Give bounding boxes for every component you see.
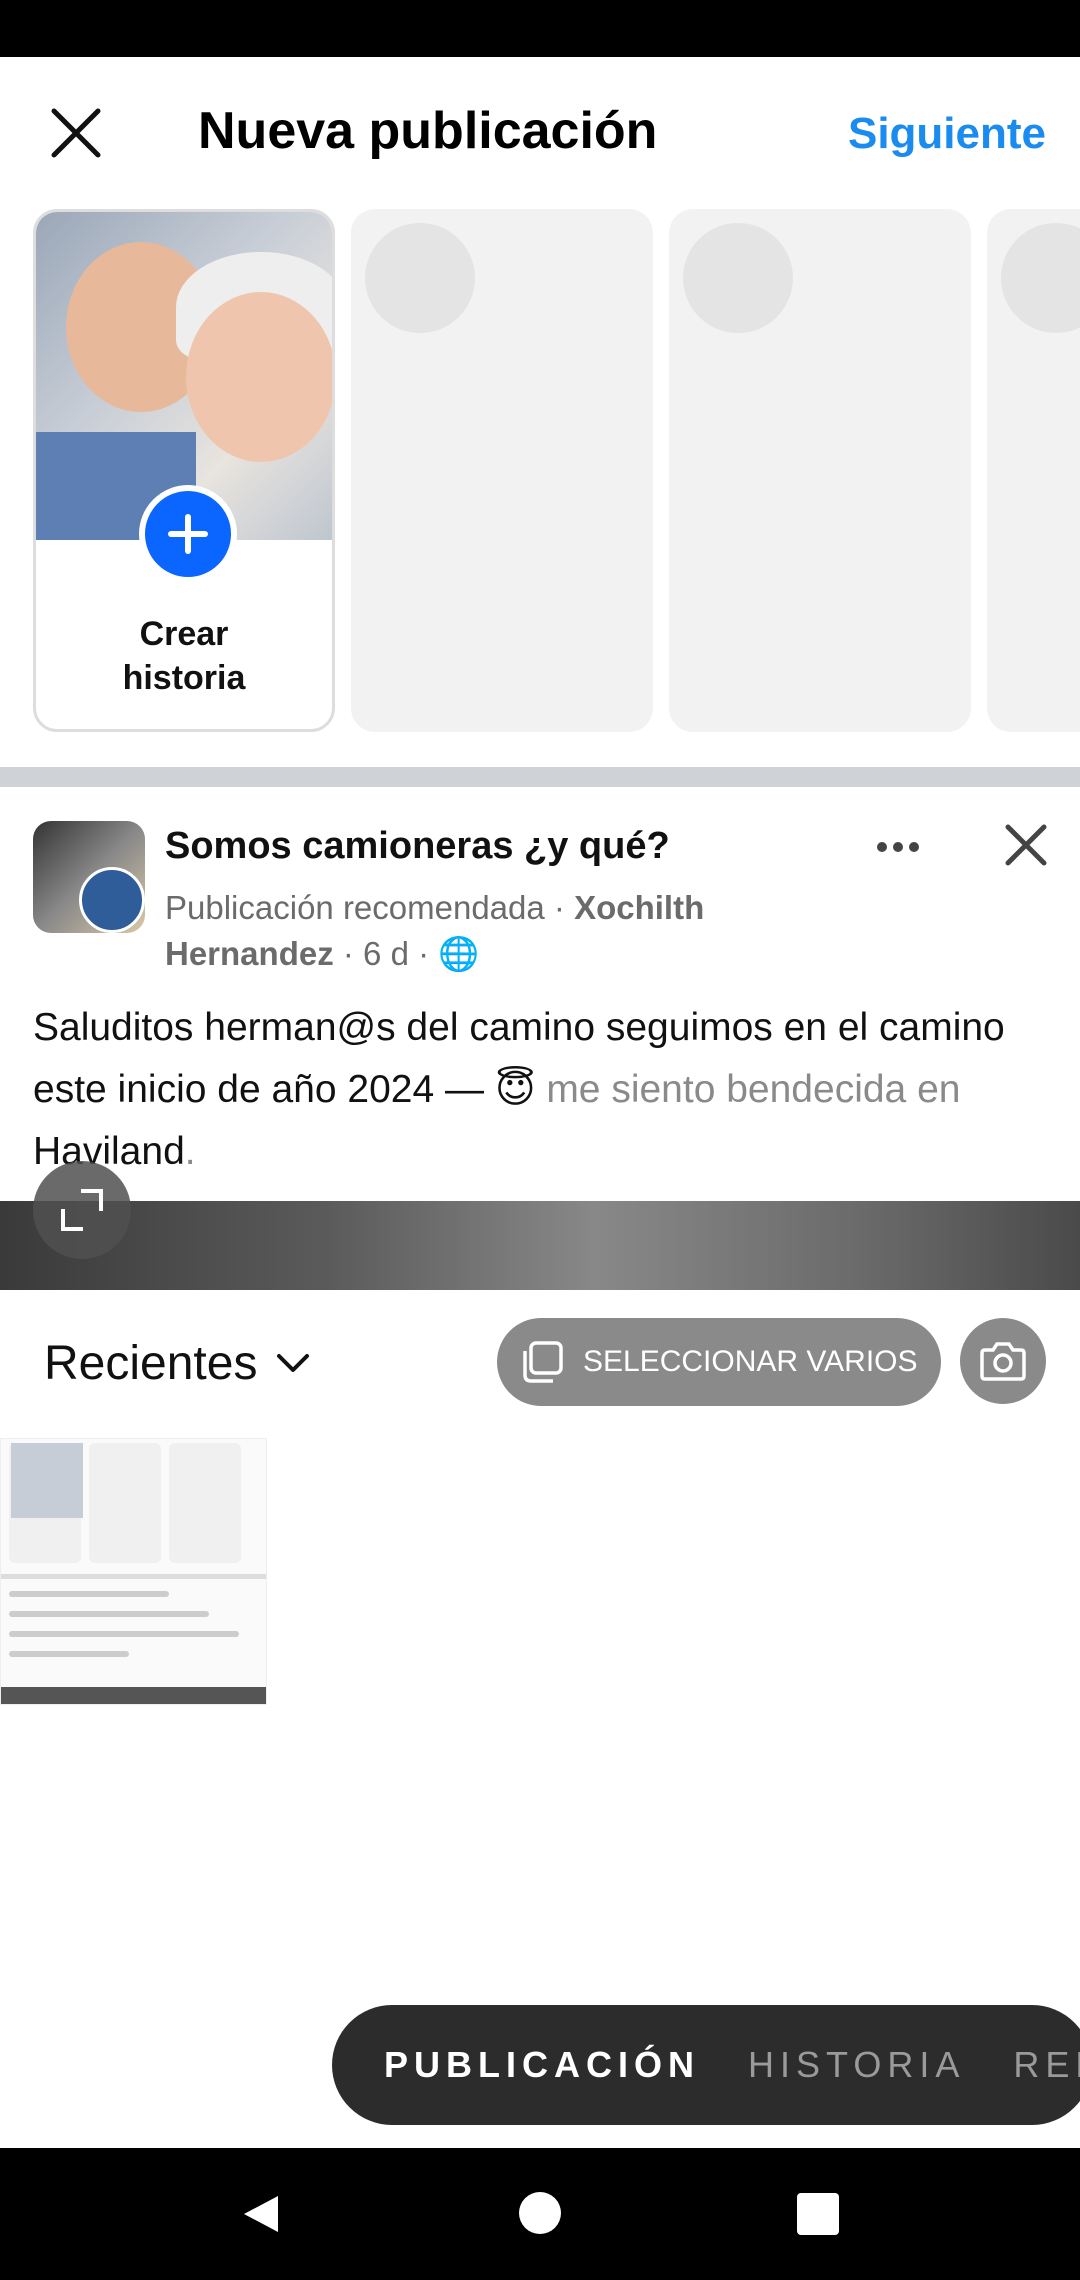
gallery-thumbnail[interactable] — [0, 1438, 267, 1705]
expand-button[interactable] — [33, 1161, 131, 1259]
stories-row: Crear historia — [0, 209, 1080, 769]
more-icon — [868, 827, 928, 867]
post-text: Saluditos herman@s del camino seguimos e… — [33, 1006, 1005, 1173]
create-story-card: Crear historia — [33, 209, 335, 732]
back-icon[interactable] — [238, 2192, 282, 2236]
recents-icon[interactable] — [797, 2193, 839, 2235]
story-placeholder — [351, 209, 653, 732]
globe-icon: 🌐 — [438, 935, 480, 972]
divider — [0, 767, 1080, 787]
close-button[interactable] — [40, 97, 112, 169]
camera-icon — [980, 1342, 1026, 1381]
system-nav-bar — [0, 2148, 1080, 2280]
avatar — [33, 821, 145, 933]
mode-tab-post[interactable]: PUBLICACIÓN — [384, 2044, 700, 2086]
chevron-down-icon — [277, 1353, 310, 1372]
mode-selector: PUBLICACIÓN HISTORIA REEL — [332, 2005, 1080, 2125]
multiple-select-icon — [523, 1341, 563, 1383]
top-bar: Nueva publicación Siguiente — [0, 57, 1080, 209]
post-image — [0, 1201, 1080, 1290]
story-placeholder — [987, 209, 1080, 732]
album-selector[interactable]: Recientes — [44, 1336, 311, 1391]
status-bar — [0, 0, 1080, 57]
gallery-toolbar: Recientes SELECCIONAR VARIOS — [0, 1290, 1080, 1435]
home-icon[interactable] — [519, 2192, 561, 2234]
media-preview[interactable]: Crear historia Somos camioneras ¿y qué? … — [0, 209, 1080, 1290]
create-story-label: Crear historia — [122, 615, 246, 697]
close-icon — [1005, 824, 1047, 866]
post-meta: Publicación recomendada · Xochilth Herna… — [165, 889, 705, 972]
story-placeholder — [669, 209, 971, 732]
camera-button[interactable] — [960, 1318, 1046, 1404]
mode-tab-reel[interactable]: REEL — [1013, 2044, 1080, 2086]
expand-icon — [61, 1189, 103, 1231]
next-button[interactable]: Siguiente — [848, 109, 1046, 159]
plus-icon — [139, 485, 237, 583]
post-page-name: Somos camioneras ¿y qué? — [165, 825, 670, 867]
close-icon — [51, 108, 101, 158]
mode-tab-story[interactable]: HISTORIA — [748, 2044, 965, 2086]
select-multiple-button[interactable]: SELECCIONAR VARIOS — [497, 1318, 941, 1406]
page-title: Nueva publicación — [198, 102, 658, 160]
